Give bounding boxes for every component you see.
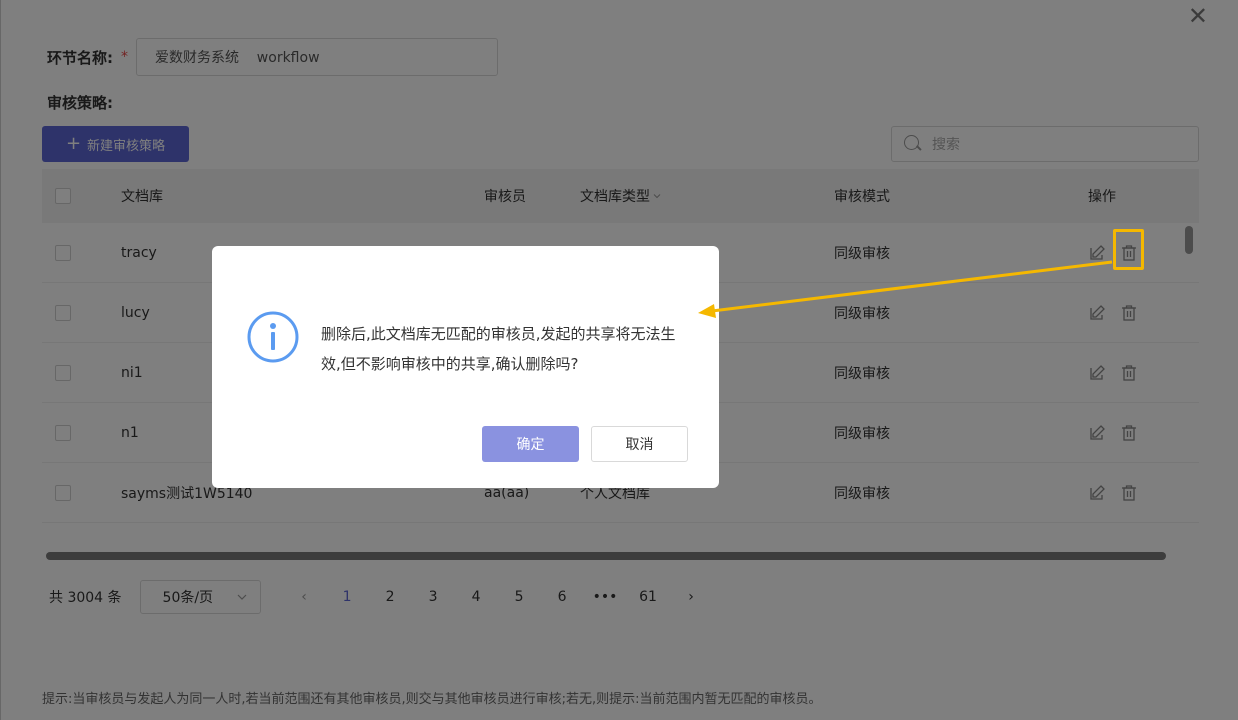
annotation-highlight-box bbox=[1113, 229, 1144, 270]
confirm-delete-dialog: 删除后,此文档库无匹配的审核员,发起的共享将无法生效,但不影响审核中的共享,确认… bbox=[212, 246, 719, 488]
dialog-message: 删除后,此文档库无匹配的审核员,发起的共享将无法生效,但不影响审核中的共享,确认… bbox=[321, 325, 676, 373]
cancel-button[interactable]: 取消 bbox=[591, 426, 688, 462]
confirm-button[interactable]: 确定 bbox=[482, 426, 579, 462]
info-circle-icon bbox=[247, 311, 299, 363]
